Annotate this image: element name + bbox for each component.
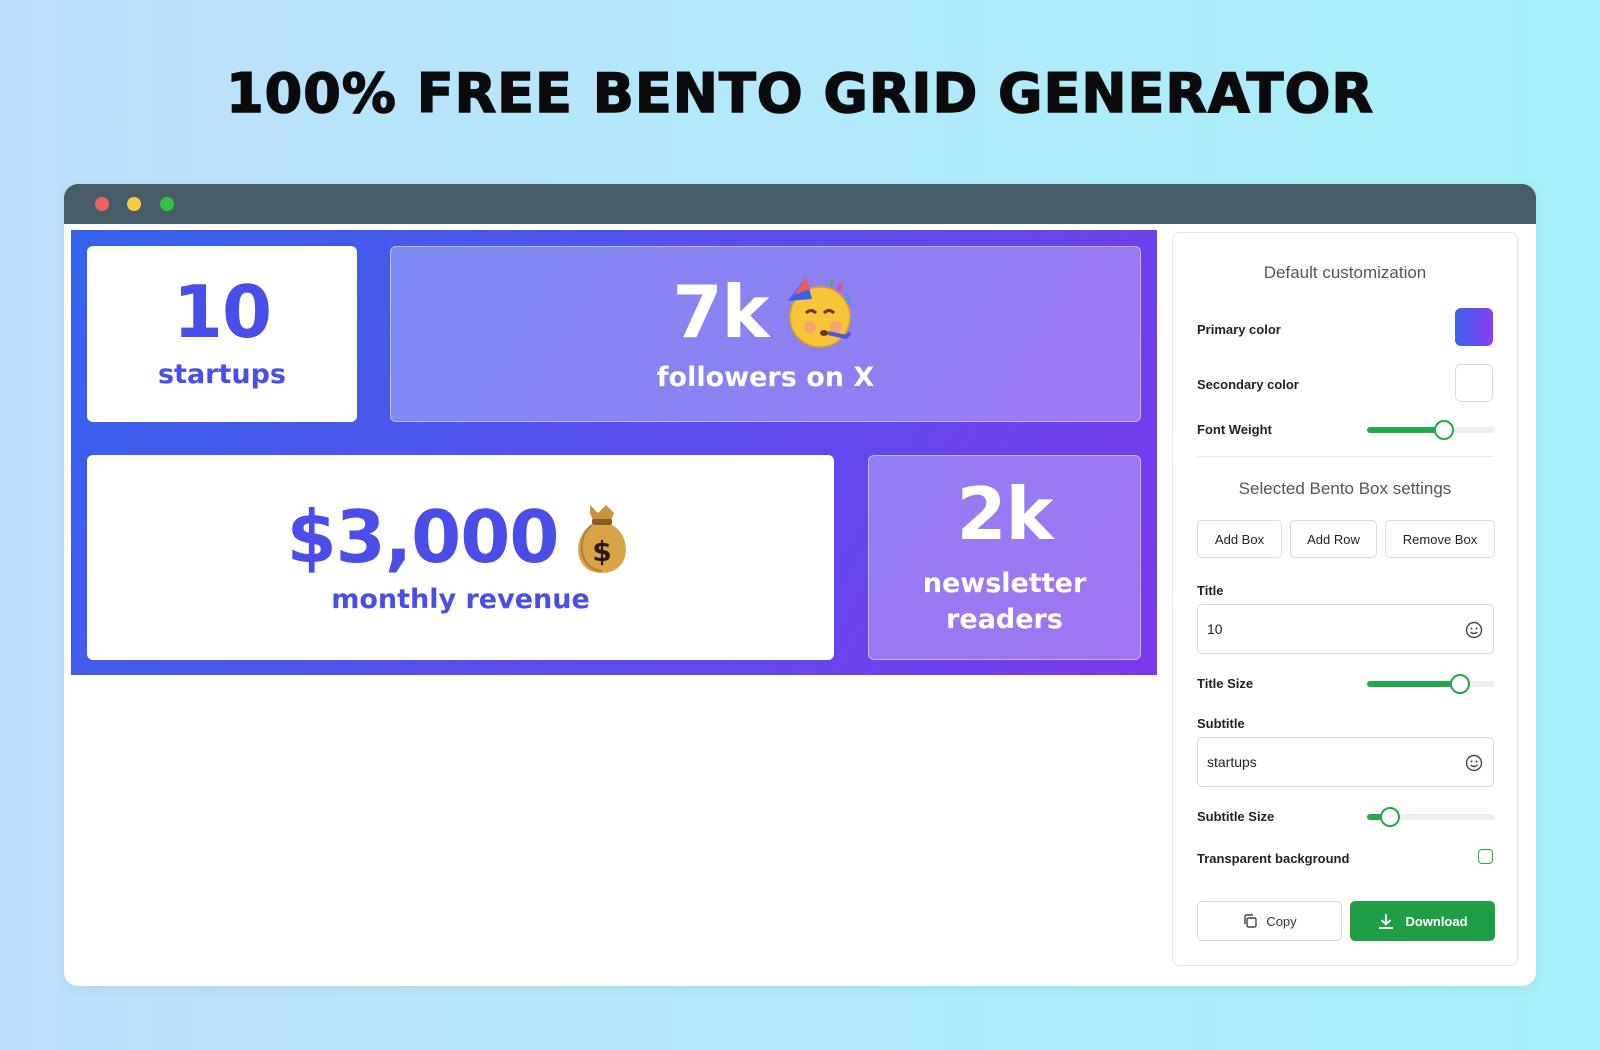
download-button[interactable]: Download <box>1350 901 1495 941</box>
primary-color-label: Primary color <box>1197 322 1281 337</box>
subtitle-size-slider[interactable] <box>1367 807 1495 827</box>
add-row-button[interactable]: Add Row <box>1290 520 1377 558</box>
download-button-label: Download <box>1405 913 1468 929</box>
emoji-picker-icon[interactable] <box>1465 754 1483 772</box>
bento-box-followers[interactable]: 7k followers on X <box>390 246 1141 422</box>
subtitle-label: Subtitle <box>1197 716 1245 731</box>
font-weight-label: Font Weight <box>1197 422 1272 437</box>
copy-icon <box>1244 914 1258 928</box>
bento-box-title: 7k <box>672 270 770 355</box>
subtitle-input-value: startups <box>1207 754 1257 770</box>
default-customization-heading: Default customization <box>1263 263 1427 282</box>
bento-box-subtitle: monthly revenue <box>331 583 590 615</box>
remove-box-button[interactable]: Remove Box <box>1385 520 1495 558</box>
panel-divider <box>1197 456 1493 457</box>
bento-box-subtitle: startups <box>157 359 287 391</box>
title-size-slider[interactable] <box>1367 674 1495 694</box>
download-icon <box>1379 914 1394 929</box>
bento-box-revenue[interactable]: $3,000 $ monthly revenue <box>87 455 834 660</box>
subtitle-input[interactable]: startups <box>1197 737 1494 787</box>
title-label: Title <box>1197 583 1224 598</box>
secondary-color-label: Secondary color <box>1197 377 1299 392</box>
transparent-background-checkbox[interactable] <box>1478 849 1493 864</box>
partying-face-icon <box>780 273 858 351</box>
window-titlebar <box>64 184 1536 224</box>
slider-knob[interactable] <box>1450 674 1471 694</box>
bento-box-startups[interactable]: 10 startups <box>87 246 357 422</box>
bento-box-subtitle: followers on X <box>656 362 875 394</box>
bento-box-title: 2k <box>956 472 1054 557</box>
maximize-window-dot[interactable] <box>160 197 174 211</box>
bento-box-newsletter[interactable]: 2k newsletter readers <box>868 455 1141 660</box>
copy-button-label: Copy <box>1266 913 1297 929</box>
font-weight-slider[interactable] <box>1367 420 1495 440</box>
emoji-picker-icon[interactable] <box>1465 621 1483 639</box>
settings-panel: Default customization Primary color Seco… <box>1172 232 1518 966</box>
slider-fill <box>1367 681 1461 687</box>
slider-knob[interactable] <box>1433 420 1454 440</box>
add-box-button[interactable]: Add Box <box>1197 520 1282 558</box>
bento-canvas: 10 startups 7k followers on X $3,000 $ m… <box>71 230 1157 675</box>
secondary-color-swatch[interactable] <box>1455 364 1493 402</box>
transparent-background-label: Transparent background <box>1197 851 1350 866</box>
title-input-value: 10 <box>1207 621 1223 637</box>
bento-box-title: $3,000 <box>286 494 560 579</box>
money-bag-icon: $ <box>570 499 634 575</box>
slider-fill <box>1367 427 1444 433</box>
title-size-label: Title Size <box>1197 676 1254 691</box>
selected-box-heading: Selected Bento Box settings <box>1238 479 1452 498</box>
title-input[interactable]: 10 <box>1197 604 1494 654</box>
svg-text:$: $ <box>593 535 612 568</box>
bento-box-subtitle: newsletter readers <box>922 568 1087 635</box>
subtitle-size-label: Subtitle Size <box>1197 809 1275 824</box>
copy-button[interactable]: Copy <box>1197 901 1342 941</box>
primary-color-swatch[interactable] <box>1455 308 1493 346</box>
page-headline: 100% FREE BENTO GRID GENERATOR <box>225 61 1374 126</box>
bento-box-title: 10 <box>172 270 272 355</box>
app-window: 10 startups 7k followers on X $3,000 $ m… <box>64 184 1536 986</box>
slider-knob[interactable] <box>1380 807 1401 827</box>
close-window-dot[interactable] <box>95 197 109 211</box>
minimize-window-dot[interactable] <box>127 197 141 211</box>
